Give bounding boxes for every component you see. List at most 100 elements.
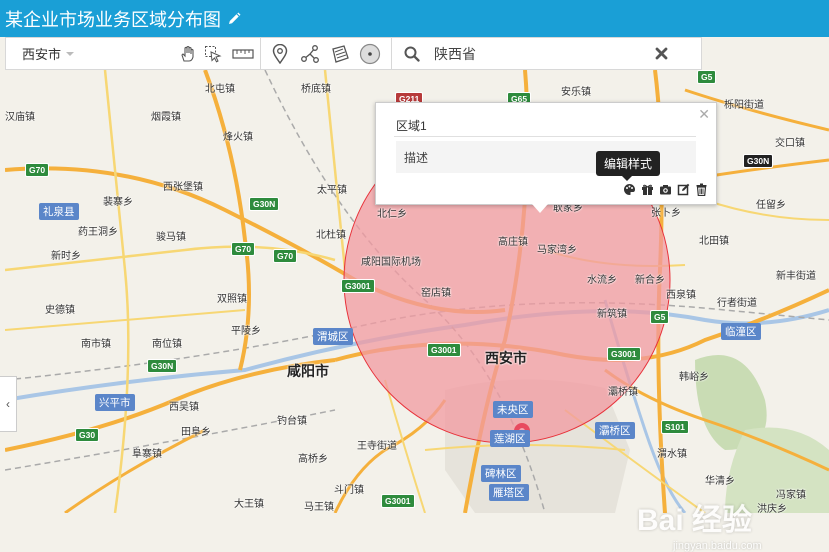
- title-bar: 某企业市场业务区域分布图: [0, 0, 829, 37]
- place-label: 骏马镇: [156, 232, 186, 243]
- place-label: 交口镇: [775, 138, 805, 149]
- road-shield: G30: [75, 428, 100, 442]
- toolbar: 西安市: [5, 37, 702, 70]
- district-badge: 渭城区: [313, 328, 353, 345]
- popup-actions: [623, 183, 708, 196]
- road-shield: G5: [650, 310, 670, 324]
- district-badge: 莲湖区: [490, 430, 530, 447]
- region-info-popup: ✕ 区域1 描述: [375, 102, 717, 205]
- place-label: 北仁乡: [377, 209, 407, 220]
- popup-pointer: [532, 204, 548, 213]
- road-shield: G3001: [341, 279, 375, 293]
- road-shield: G30N: [743, 154, 774, 168]
- place-label: 韩峪乡: [679, 372, 709, 383]
- place-label: 华清乡: [705, 476, 735, 487]
- place-label: 北杜镇: [316, 230, 346, 241]
- camera-icon[interactable]: [659, 183, 672, 196]
- place-label: 水流乡: [587, 275, 617, 286]
- toolbar-divider: [260, 37, 261, 70]
- road-shield: G70: [273, 249, 298, 263]
- edit-style-tooltip: 编辑样式: [596, 151, 661, 181]
- trash-icon[interactable]: [695, 183, 708, 196]
- district-badge: 未央区: [493, 401, 533, 418]
- place-label: 烽火镇: [223, 132, 253, 143]
- city-select-value: 西安市: [22, 47, 62, 62]
- close-icon[interactable]: ✕: [698, 106, 710, 123]
- place-label: 太平镇: [317, 185, 347, 196]
- district-badge: 兴平市: [95, 394, 135, 411]
- place-label: 窑店镇: [421, 288, 451, 299]
- place-label: 西张堡镇: [163, 182, 203, 193]
- place-label: 药王洞乡: [78, 227, 118, 238]
- place-label: 南位镇: [152, 339, 182, 350]
- place-label: 阜寨镇: [132, 449, 162, 460]
- edit-title-icon[interactable]: [227, 12, 241, 26]
- place-label: 咸阳国际机场: [361, 257, 421, 268]
- place-label: 烟霞镇: [151, 112, 181, 123]
- district-badge: 礼泉县: [39, 203, 79, 220]
- place-label: 王寺街道: [357, 441, 397, 452]
- gift-icon[interactable]: [641, 183, 654, 196]
- hand-icon[interactable]: [174, 38, 200, 69]
- place-label: 西吴镇: [169, 402, 199, 413]
- place-label: 新筑镇: [597, 309, 627, 320]
- place-label: 汉庙镇: [5, 112, 35, 123]
- place-label: 史德镇: [45, 305, 75, 316]
- place-label: 马王镇: [304, 502, 334, 513]
- place-label: 新时乡: [51, 251, 81, 262]
- baidu-watermark: Bai 经验: [637, 504, 753, 537]
- ruler-icon[interactable]: [226, 38, 260, 69]
- place-label: 新合乡: [635, 275, 665, 286]
- road-shield: G30N: [249, 197, 280, 211]
- chevron-down-icon: [66, 51, 75, 56]
- place-label: 斗门镇: [334, 485, 364, 496]
- district-badge: 雁塔区: [489, 484, 529, 501]
- search-input[interactable]: [432, 44, 626, 63]
- place-label: 桥底镇: [301, 84, 331, 95]
- district-badge: 临潼区: [721, 323, 761, 340]
- district-badge: 碑林区: [481, 465, 521, 482]
- place-label: 大王镇: [234, 499, 264, 510]
- place-label: 新丰街道: [776, 271, 816, 282]
- chevron-left-icon[interactable]: ‹: [0, 376, 17, 432]
- place-label: 高庄镇: [498, 237, 528, 248]
- road-shield: G30N: [147, 359, 178, 373]
- place-label: 安乐镇: [561, 87, 591, 98]
- road-shield: G5: [697, 70, 717, 84]
- place-label: 高桥乡: [298, 454, 328, 465]
- palette-icon[interactable]: [623, 183, 636, 196]
- place-label: 冯家镇: [776, 490, 806, 501]
- place-label: 田阜乡: [181, 427, 211, 438]
- polyline-icon[interactable]: [295, 38, 325, 69]
- baidu-watermark-url: jingyan.baidu.com: [673, 540, 762, 552]
- place-label: 行者街道: [717, 298, 757, 309]
- place-label: 灞桥镇: [608, 387, 638, 398]
- place-label: 张卜乡: [651, 208, 681, 219]
- marker-icon[interactable]: [265, 38, 295, 69]
- place-label: 钓台镇: [277, 416, 307, 427]
- city-select[interactable]: 西安市: [6, 38, 78, 69]
- search-icon[interactable]: [392, 38, 432, 69]
- region-name[interactable]: 区域1: [396, 117, 427, 134]
- road-shield: S101: [661, 420, 689, 434]
- place-label: 北田镇: [699, 236, 729, 247]
- clear-search-icon[interactable]: [641, 38, 681, 69]
- place-label: 任留乡: [756, 200, 786, 211]
- place-label: 马家湾乡: [537, 245, 577, 256]
- edit-icon[interactable]: [677, 183, 690, 196]
- place-label: 西泉镇: [666, 290, 696, 301]
- pointer-select-icon[interactable]: [200, 38, 226, 69]
- place-label: 双照镇: [217, 294, 247, 305]
- road-shield: G3001: [427, 343, 461, 357]
- place-label: 渭水镇: [657, 449, 687, 460]
- place-label: 裴寨乡: [103, 197, 133, 208]
- road-shield: G3001: [381, 494, 415, 508]
- place-label: 北屯镇: [205, 84, 235, 95]
- place-label: 栎阳街道: [724, 100, 764, 111]
- district-badge: 灞桥区: [595, 422, 635, 439]
- road-shield: G70: [25, 163, 50, 177]
- road-shield: G70: [231, 242, 256, 256]
- circle-icon[interactable]: [355, 38, 385, 69]
- map-title: 某企业市场业务区域分布图: [5, 9, 221, 30]
- polygon-icon[interactable]: [325, 38, 355, 69]
